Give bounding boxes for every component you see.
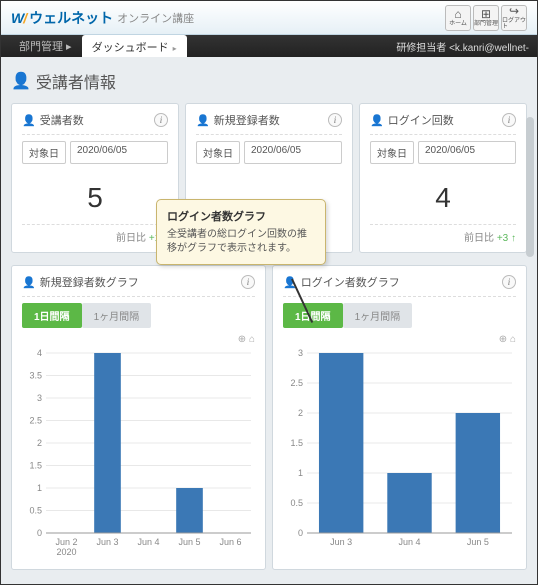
tab-1month[interactable]: 1ヶ月間隔: [343, 303, 413, 328]
svg-text:Jun 6: Jun 6: [219, 537, 241, 547]
svg-text:0.5: 0.5: [29, 506, 42, 516]
info-icon[interactable]: i: [502, 275, 516, 289]
chart-row: 👤 新規登録者数グラフ i 1日間隔 1ヶ月間隔 ⊕ ⌂ 0 0.5 1 1.5 2 2.5 3…: [11, 265, 527, 570]
tab-1day[interactable]: 1日間隔: [283, 303, 343, 328]
stat-value: 4: [370, 172, 516, 224]
home-icon: ⌂: [454, 8, 461, 20]
svg-text:2.5: 2.5: [290, 378, 303, 388]
svg-text:3.5: 3.5: [29, 371, 42, 381]
card-title: 新規登録者数: [214, 112, 280, 128]
tab-dashboard[interactable]: ダッシュボード: [82, 35, 187, 59]
svg-text:2: 2: [37, 438, 42, 448]
chart-new-reg: 👤 新規登録者数グラフ i 1日間隔 1ヶ月間隔 ⊕ ⌂ 0 0.5 1 1.5 2 2.5 3…: [11, 265, 266, 570]
chart-canvas: 0 0.5 1 1.5 2 2.5 3 3.5 4 Jun 22020 Jun 3 Jun 4 Jun …: [22, 349, 255, 559]
svg-text:Jun 3: Jun 3: [96, 537, 118, 547]
chart-logins: 👤ログイン者数グラフi 1日間隔 1ヶ月間隔 ⊕ ⌂ 00.511.522.53…: [272, 265, 527, 570]
person-icon: 👤: [22, 276, 36, 289]
tooltip-title: ログイン者数グラフ: [167, 208, 315, 224]
card-title: 受講者数: [40, 112, 84, 128]
svg-text:0.5: 0.5: [290, 498, 303, 508]
top-bar: W/ ウェルネット オンライン講座 ⌂ホーム ⊞部門管理 ↪ログアウト: [1, 1, 537, 35]
date-label: 対象日: [22, 141, 66, 164]
user-label: 研修担当者 <k.kanri@wellnet-: [396, 39, 529, 54]
svg-text:1.5: 1.5: [290, 438, 303, 448]
svg-text:Jun 4: Jun 4: [137, 537, 159, 547]
svg-text:2: 2: [298, 408, 303, 418]
card-logins: 👤 ログイン回数 i 対象日2020/06/05 4 前日比 +3 ↑: [359, 103, 527, 253]
card-foot: 前日比 +1 ↑: [22, 224, 168, 244]
date-label: 対象日: [370, 141, 414, 164]
stat-value: 5: [22, 172, 168, 224]
date-input[interactable]: 2020/06/05: [244, 141, 342, 164]
home-button[interactable]: ⌂ホーム: [445, 5, 471, 31]
svg-text:Jun 5: Jun 5: [467, 537, 489, 547]
svg-text:2.5: 2.5: [29, 416, 42, 426]
delta-up: +3 ↑: [497, 233, 516, 244]
card-title: ログイン回数: [388, 112, 454, 128]
nav-bar: 部門管理 ▸ ダッシュボード 研修担当者 <k.kanri@wellnet-: [1, 35, 537, 57]
info-icon[interactable]: i: [328, 113, 342, 127]
logo-mark-icon: W/: [11, 10, 26, 26]
svg-text:3: 3: [298, 349, 303, 358]
tooltip-body: 全受講者の総ログイン回数の推移がグラフで表示されます。: [167, 228, 315, 256]
info-icon[interactable]: i: [241, 275, 255, 289]
logout-icon: ↪: [509, 5, 519, 17]
grid-icon: ⊞: [481, 8, 491, 20]
svg-text:3: 3: [37, 393, 42, 403]
content-area: 👤 受講者情報 👤受講者数i 対象日2020/06/05 5 前日比 +1 ↑ …: [1, 57, 537, 584]
card-foot: 前日比 +3 ↑: [370, 224, 516, 244]
tab-dept[interactable]: 部門管理 ▸: [9, 34, 82, 58]
chart-canvas: 0 0.5 1 1.5 2 2.5 3 Jun 3 Jun 4 Jun 5: [283, 349, 516, 559]
top-right-buttons: ⌂ホーム ⊞部門管理 ↪ログアウト: [445, 5, 527, 31]
chart-title: 新規登録者数グラフ: [40, 274, 139, 290]
tab-1month[interactable]: 1ヶ月間隔: [82, 303, 152, 328]
person-icon: 👤: [196, 114, 210, 127]
page-title: 👤 受講者情報: [11, 69, 527, 93]
svg-text:Jun 2: Jun 2: [55, 537, 77, 547]
brand-name: ウェルネット: [29, 8, 113, 28]
chart-title: ログイン者数グラフ: [301, 274, 400, 290]
logo: W/ ウェルネット オンライン講座: [11, 8, 194, 28]
tooltip-popover: ログイン者数グラフ 全受講者の総ログイン回数の推移がグラフで表示されます。: [156, 199, 326, 265]
svg-text:1.5: 1.5: [29, 461, 42, 471]
svg-text:0: 0: [298, 528, 303, 538]
brand-subtitle: オンライン講座: [117, 10, 194, 26]
svg-text:2020: 2020: [56, 547, 76, 557]
date-input[interactable]: 2020/06/05: [70, 141, 168, 164]
card-students: 👤 受講者数 i 対象日2020/06/05 5 前日比 +1 ↑: [11, 103, 179, 253]
person-icon: 👤: [22, 114, 36, 127]
svg-text:1: 1: [37, 483, 42, 493]
chart-tools[interactable]: ⊕ ⌂: [22, 334, 255, 345]
chart-tools[interactable]: ⊕ ⌂: [283, 334, 516, 345]
date-input[interactable]: 2020/06/05: [418, 141, 516, 164]
person-icon: 👤: [370, 114, 384, 127]
date-label: 対象日: [196, 141, 240, 164]
svg-text:Jun 3: Jun 3: [330, 537, 352, 547]
logout-button[interactable]: ↪ログアウト: [501, 5, 527, 31]
svg-text:4: 4: [37, 349, 42, 358]
scrollbar[interactable]: [526, 117, 534, 257]
svg-text:0: 0: [37, 528, 42, 538]
page-title-text: 受講者情報: [36, 69, 116, 93]
tab-1day[interactable]: 1日間隔: [22, 303, 82, 328]
info-icon[interactable]: i: [502, 113, 516, 127]
svg-text:Jun 4: Jun 4: [398, 537, 420, 547]
info-icon[interactable]: i: [154, 113, 168, 127]
dept-button[interactable]: ⊞部門管理: [473, 5, 499, 31]
svg-text:Jun 5: Jun 5: [178, 537, 200, 547]
person-icon: 👤: [11, 71, 31, 91]
svg-text:1: 1: [298, 468, 303, 478]
